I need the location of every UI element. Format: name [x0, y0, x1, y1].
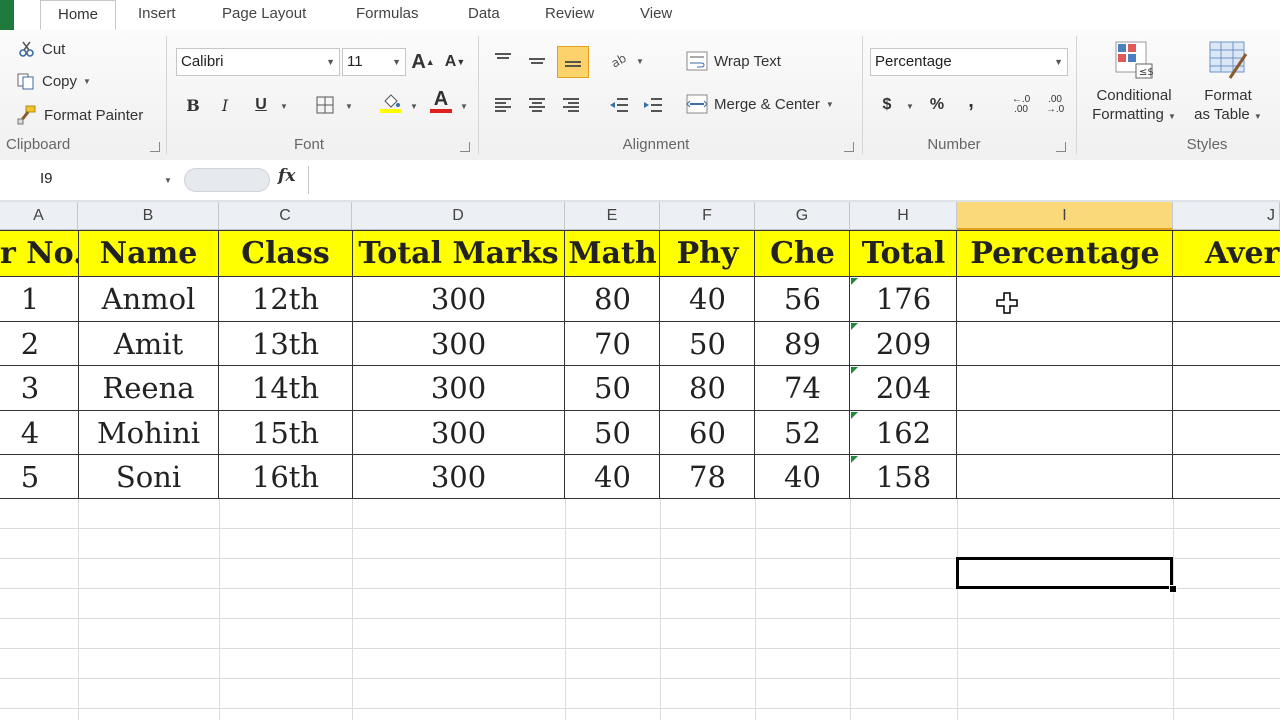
increase-decimal-icon[interactable]: ←.0.00	[1006, 92, 1036, 118]
chevron-down-icon: ▼	[83, 76, 91, 86]
clipboard-group-label: Clipboard	[6, 136, 71, 153]
ribbon-tab-bar: Home Insert Page Layout Formulas Data Re…	[0, 0, 1280, 31]
group-divider	[478, 36, 479, 154]
conditional-formatting-label: Conditional	[1096, 87, 1172, 104]
merge-center-label: Merge & Center	[714, 95, 820, 113]
align-right-icon[interactable]	[558, 92, 584, 118]
chevron-down-icon: ▼	[326, 57, 335, 67]
format-painter-button[interactable]: Format Painter	[16, 105, 143, 125]
chevron-down-icon[interactable]: ▼	[280, 102, 288, 111]
chevron-down-icon[interactable]: ▼	[906, 102, 914, 111]
conditional-formatting-button[interactable]: ≤$ Conditional Formatting ▼	[1084, 38, 1184, 126]
chevron-down-icon[interactable]: ▼	[410, 102, 418, 111]
cut-button[interactable]: Cut	[18, 40, 65, 58]
conditional-formatting-label-2: Formatting ▼	[1092, 106, 1176, 123]
chevron-down-icon: ▼	[825, 99, 834, 109]
wrap-text-button[interactable]: Wrap Text	[686, 51, 781, 71]
tab-home[interactable]: Home	[40, 0, 116, 30]
group-divider	[166, 36, 167, 154]
comma-style-icon[interactable]: ,	[958, 88, 984, 114]
insert-function-icon[interactable]: fx	[278, 166, 295, 186]
spreadsheet-grid[interactable]: A B C D E F G H I J r No. Name Class Tot…	[0, 202, 1280, 720]
underline-icon[interactable]: U	[248, 92, 274, 118]
number-launcher-icon[interactable]	[1056, 142, 1066, 152]
tab-page-layout[interactable]: Page Layout	[214, 0, 314, 30]
format-as-table-label: Format	[1204, 87, 1252, 104]
format-painter-label: Format Painter	[44, 106, 144, 124]
chevron-down-icon[interactable]: ▼	[345, 102, 353, 111]
percent-icon[interactable]: %	[924, 92, 950, 118]
styles-group-label: Styles	[1186, 136, 1228, 153]
font-color-icon[interactable]: A	[428, 88, 454, 114]
formula-input[interactable]	[308, 166, 1280, 194]
wrap-text-icon	[686, 51, 708, 71]
paintbrush-icon	[17, 105, 36, 125]
copy-button[interactable]: Copy ▼	[16, 72, 91, 90]
formula-bar: I9 ▼ fx	[0, 160, 1280, 201]
ribbon: Cut Copy ▼ Format Painter Clipboard Cali…	[0, 30, 1280, 161]
chevron-down-icon: ▼	[1054, 57, 1063, 67]
increase-indent-icon[interactable]	[640, 92, 666, 118]
tab-review[interactable]: Review	[537, 0, 602, 30]
number-format-select[interactable]: Percentage ▼	[870, 48, 1068, 76]
tab-insert[interactable]: Insert	[130, 0, 184, 30]
number-group-label: Number	[927, 136, 981, 153]
name-box-value: I9	[40, 170, 53, 187]
align-bottom-icon[interactable]	[557, 46, 589, 78]
grow-font-icon[interactable]: A ▲	[410, 49, 436, 75]
chevron-down-icon[interactable]: ▼	[164, 176, 172, 185]
chevron-down-icon: ▼	[392, 57, 401, 67]
copy-icon	[17, 73, 34, 90]
italic-icon[interactable]: I	[212, 92, 238, 118]
table-borders	[0, 230, 1280, 499]
format-as-table-icon	[1209, 41, 1248, 79]
active-cell-selection[interactable]	[956, 557, 1173, 589]
number-format-value: Percentage	[875, 53, 952, 70]
font-size-select[interactable]: 11 ▼	[342, 48, 406, 76]
conditional-formatting-icon: ≤$	[1115, 41, 1154, 79]
cell-cursor-icon	[996, 292, 1018, 314]
tab-view[interactable]: View	[632, 0, 680, 30]
align-top-icon[interactable]	[490, 46, 516, 72]
font-group-label: Font	[293, 136, 324, 153]
alignment-launcher-icon[interactable]	[844, 142, 854, 152]
tab-formulas[interactable]: Formulas	[348, 0, 427, 30]
fill-handle[interactable]	[1169, 585, 1177, 593]
borders-icon[interactable]	[312, 92, 338, 118]
font-launcher-icon[interactable]	[460, 142, 470, 152]
formula-bar-resize-handle[interactable]	[184, 168, 270, 192]
font-name-value: Calibri	[181, 53, 224, 70]
align-left-icon[interactable]	[490, 92, 516, 118]
orientation-icon[interactable]: ab	[608, 46, 634, 72]
font-name-select[interactable]: Calibri ▼	[176, 48, 340, 76]
decrease-decimal-icon[interactable]: .00 →.0	[1040, 92, 1070, 118]
svg-text:ab: ab	[610, 51, 629, 68]
format-as-table-button[interactable]: Format as Table ▼	[1186, 38, 1270, 126]
copy-label: Copy	[42, 72, 78, 90]
chevron-down-icon[interactable]: ▼	[636, 57, 644, 66]
align-middle-icon[interactable]	[524, 48, 550, 74]
currency-icon[interactable]: $	[874, 92, 900, 118]
group-divider	[862, 36, 863, 154]
clipboard-launcher-icon[interactable]	[150, 142, 160, 152]
align-center-icon[interactable]	[524, 92, 550, 118]
wrap-text-label: Wrap Text	[714, 52, 781, 70]
bold-icon[interactable]: B	[180, 92, 206, 118]
group-divider	[1076, 36, 1077, 154]
scissors-icon	[19, 41, 34, 57]
tab-data[interactable]: Data	[460, 0, 508, 30]
fill-color-icon[interactable]	[378, 90, 404, 116]
format-as-table-label-2: as Table ▼	[1194, 106, 1262, 123]
merge-center-icon	[686, 94, 708, 114]
merge-center-button[interactable]: Merge & Center ▼	[686, 94, 834, 114]
cut-label: Cut	[42, 40, 66, 58]
shrink-font-icon[interactable]: A ▼	[442, 49, 468, 75]
name-box[interactable]: I9 ▼	[6, 168, 176, 192]
svg-text:≤$: ≤$	[1139, 67, 1154, 78]
file-tab[interactable]	[0, 0, 14, 30]
font-size-value: 11	[347, 53, 363, 70]
alignment-group-label: Alignment	[622, 136, 690, 153]
chevron-down-icon[interactable]: ▼	[460, 102, 468, 111]
decrease-indent-icon[interactable]	[606, 92, 632, 118]
